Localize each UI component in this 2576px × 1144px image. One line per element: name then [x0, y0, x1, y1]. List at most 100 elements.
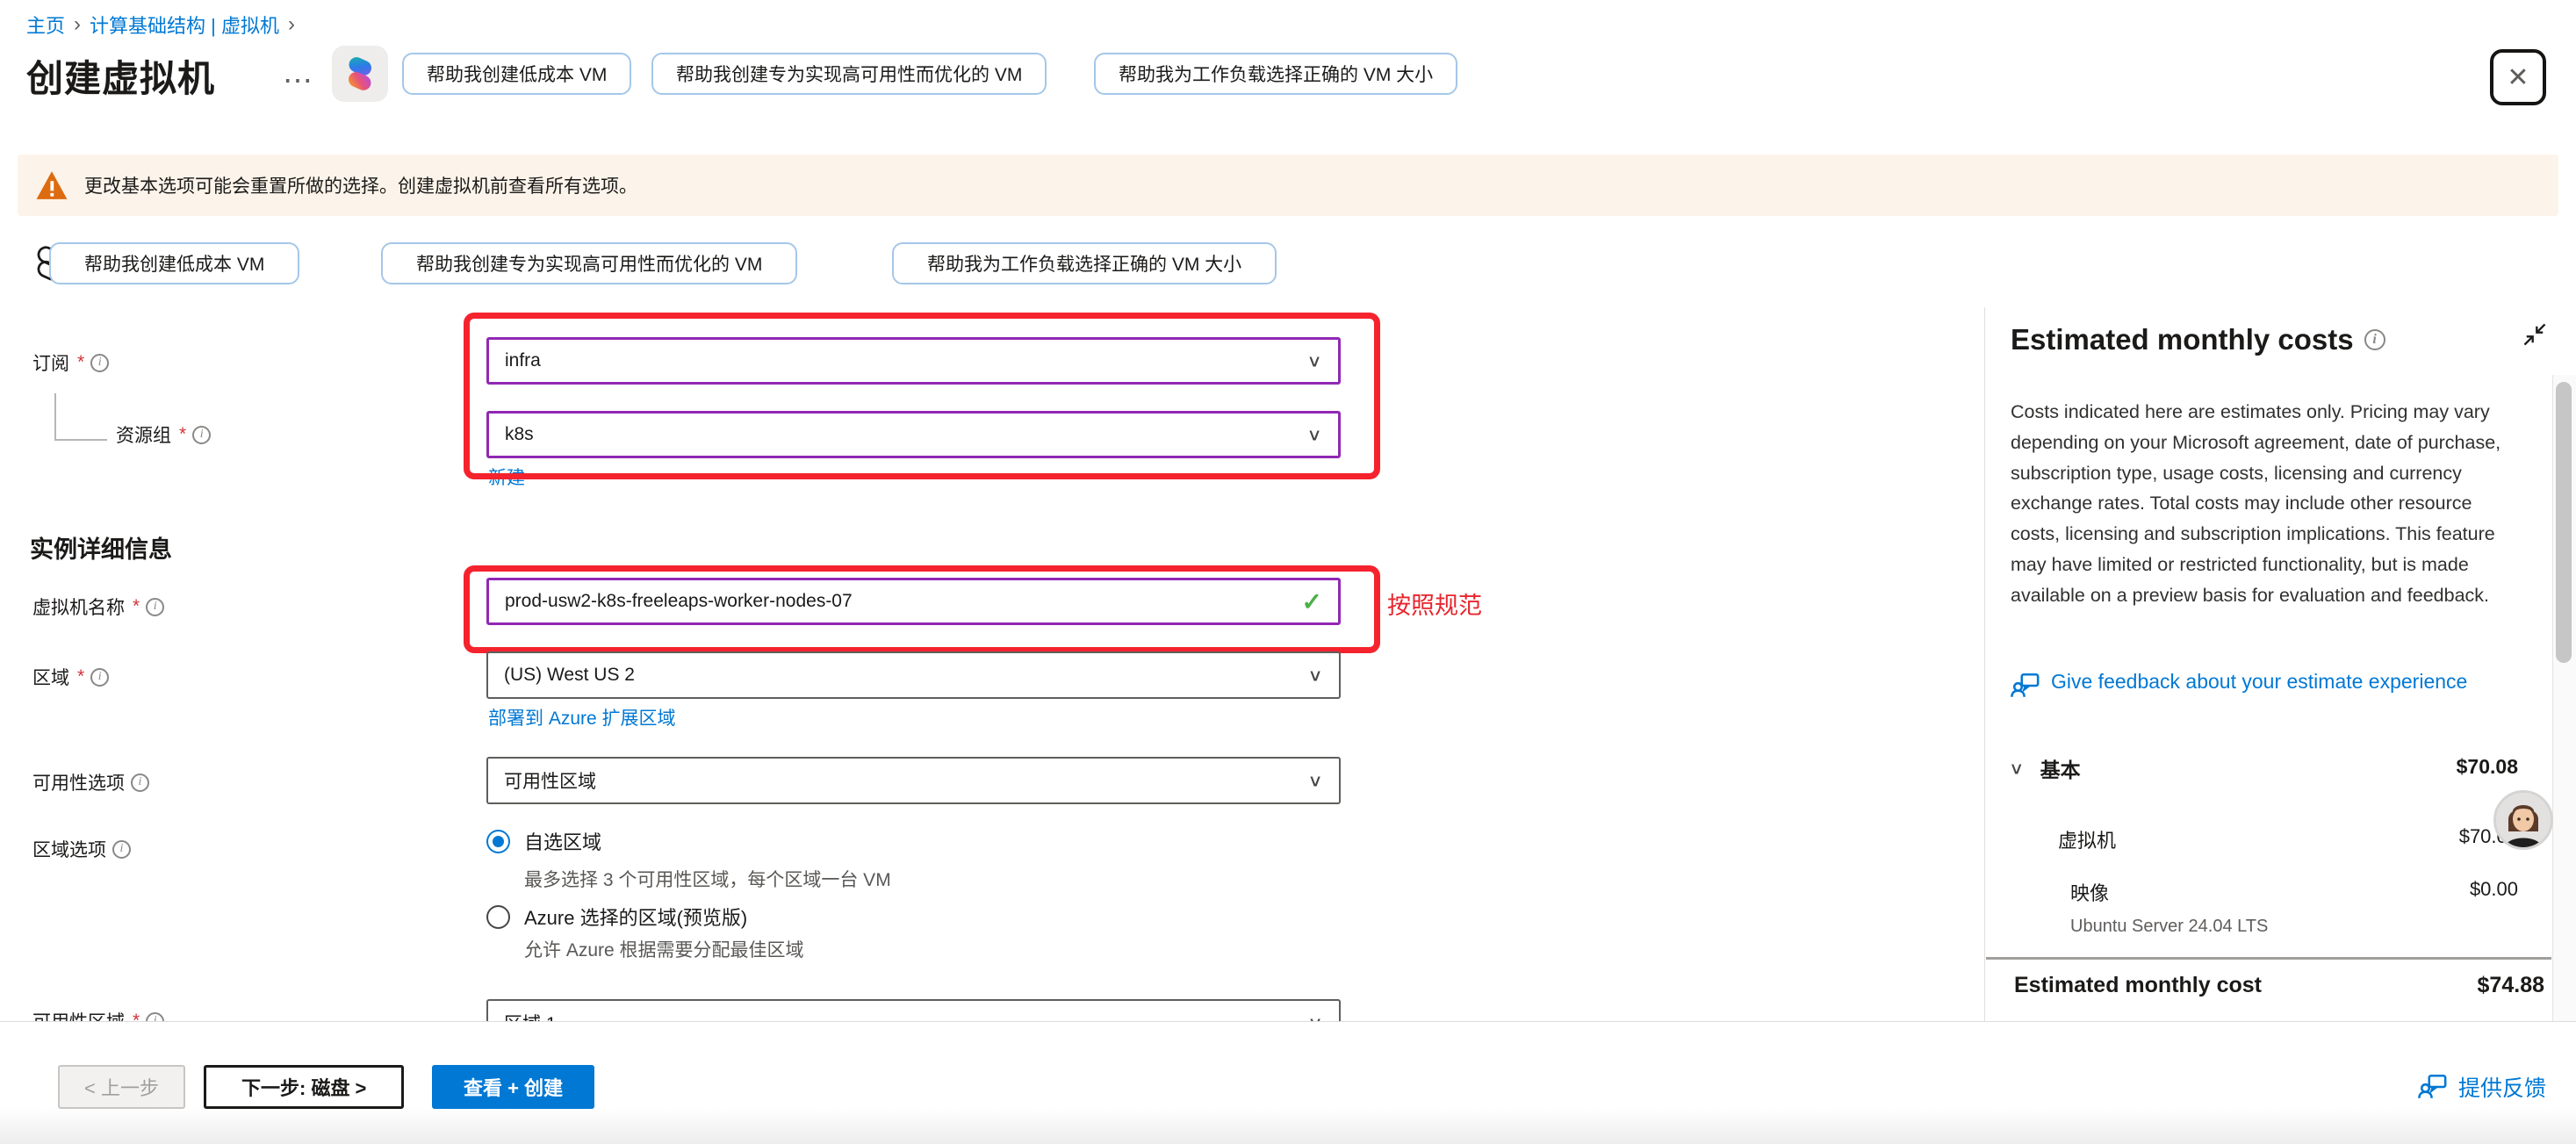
button-label: 查看 + 创建: [464, 1073, 563, 1101]
avatar[interactable]: [2493, 790, 2553, 850]
zone-options-label: 区域选项 i: [32, 836, 131, 862]
availability-options-label: 可用性选项i: [32, 769, 149, 795]
main-content: 主页 › 计算基础结构 | 虚拟机 › 创建虚拟机 ⋯ 帮助我创建低成本 VM …: [0, 0, 2576, 1021]
suggest-vm-size-button[interactable]: 帮助我为工作负载选择正确的 VM 大小: [892, 242, 1277, 284]
info-icon[interactable]: i: [112, 840, 131, 859]
estimate-feedback-link[interactable]: Give feedback about your estimate experi…: [2011, 667, 2502, 701]
create-new-link[interactable]: 新建: [488, 464, 525, 490]
annotation-text: 按照规范: [1387, 586, 1482, 621]
subscription-dropdown[interactable]: infra ∨: [486, 337, 1341, 385]
availability-value: 可用性区域: [504, 767, 596, 794]
cost-item-row: 虚拟机: [2058, 825, 2116, 853]
vm-name-input[interactable]: prod-usw2-k8s-freeleaps-worker-nodes-07 …: [486, 578, 1341, 625]
availability-options-dropdown[interactable]: 可用性区域 ∨: [486, 757, 1341, 804]
button-label: 帮助我创建专为实现高可用性而优化的 VM: [416, 250, 762, 277]
radio-unselected-icon: [486, 905, 510, 929]
link-text: 提供反馈: [2458, 1071, 2546, 1103]
vm-name-value: prod-usw2-k8s-freeleaps-worker-nodes-07: [505, 591, 853, 612]
info-icon[interactable]: i: [146, 598, 164, 616]
label-text: 虚拟机名称: [32, 594, 125, 620]
total-label: Estimated monthly cost: [2014, 973, 2262, 998]
resource-group-value: k8s: [505, 424, 534, 445]
previous-button[interactable]: < 上一步: [58, 1065, 185, 1109]
feedback-icon: [2418, 1072, 2448, 1102]
breadcrumb-section[interactable]: 计算基础结构 | 虚拟机: [90, 11, 279, 39]
label-text: 区域: [32, 664, 69, 690]
warning-icon: [35, 169, 68, 201]
azure-extended-zone-link[interactable]: 部署到 Azure 扩展区域: [488, 704, 676, 730]
chevron-down-icon: ∨: [2009, 758, 2025, 778]
cost-item-sublabel: Ubuntu Server 24.04 LTS: [2070, 917, 2268, 937]
panel-divider: [1984, 307, 1985, 1021]
breadcrumb-home[interactable]: 主页: [26, 11, 65, 39]
assist-low-cost-vm-button[interactable]: 帮助我创建低成本 VM: [402, 53, 631, 95]
info-icon[interactable]: i: [146, 1012, 164, 1022]
zone-option-description: 最多选择 3 个可用性区域，每个区域一台 VM: [524, 866, 891, 892]
info-icon[interactable]: i: [90, 668, 109, 687]
collapse-icon: [2522, 321, 2548, 348]
breadcrumb: 主页 › 计算基础结构 | 虚拟机 ›: [26, 11, 295, 39]
assist-high-availability-button[interactable]: 帮助我创建专为实现高可用性而优化的 VM: [651, 53, 1047, 95]
valid-check-icon: ✓: [1302, 587, 1322, 616]
cost-item-amount: $0.00: [2369, 878, 2518, 901]
chevron-down-icon: ∨: [1307, 1012, 1323, 1021]
copilot-button[interactable]: [332, 46, 388, 102]
radio-selected-icon: [486, 830, 510, 853]
footer: < 上一步 下一步: 磁盘 > 查看 + 创建 提供反馈: [0, 1021, 2576, 1144]
button-label: < 上一步: [84, 1073, 159, 1101]
assist-vm-size-button[interactable]: 帮助我为工作负载选择正确的 VM 大小: [1094, 53, 1457, 95]
zone-option-azure-select[interactable]: Azure 选择的区域(预览版): [486, 903, 747, 931]
button-label: 帮助我为工作负载选择正确的 VM 大小: [1119, 61, 1433, 87]
cost-group-label: 基本: [2040, 753, 2081, 783]
availability-zones-label: 可用性区域i: [32, 1008, 164, 1021]
close-button[interactable]: ✕: [2490, 49, 2546, 105]
warning-banner: 更改基本选项可能会重置所做的选择。创建虚拟机前查看所有选项。: [18, 155, 2558, 216]
zone-option-self-select[interactable]: 自选区域: [486, 827, 601, 855]
cost-group-amount: $70.08: [2369, 755, 2518, 779]
info-icon[interactable]: i: [2364, 329, 2385, 350]
next-disks-button[interactable]: 下一步: 磁盘 >: [204, 1065, 404, 1109]
radio-label: Azure 选择的区域(预览版): [524, 903, 747, 931]
review-create-button[interactable]: 查看 + 创建: [432, 1065, 594, 1109]
cost-item-label: 映像: [2070, 878, 2109, 906]
chevron-down-icon: ∨: [1307, 770, 1323, 790]
label-text: 资源组: [116, 421, 171, 448]
subscription-label: 订阅 i: [32, 349, 109, 376]
cost-panel-description: Costs indicated here are estimates only.…: [2011, 397, 2513, 611]
chevron-right-icon: ›: [74, 12, 81, 37]
cost-group-row[interactable]: ∨ 基本: [2009, 753, 2081, 783]
region-label: 区域 i: [32, 664, 109, 690]
subscription-value: infra: [505, 350, 541, 371]
label-text: 区域选项: [32, 836, 106, 862]
availability-zones-dropdown[interactable]: 区域 1 ∨: [486, 999, 1341, 1021]
suggest-low-cost-vm-button[interactable]: 帮助我创建低成本 VM: [49, 242, 299, 284]
chevron-right-icon: ›: [288, 12, 295, 37]
collapse-panel-button[interactable]: [2522, 321, 2548, 352]
zone-option-description: 允许 Azure 根据需要分配最佳区域: [524, 936, 804, 962]
info-icon[interactable]: i: [90, 354, 109, 372]
resource-group-dropdown[interactable]: k8s ∨: [486, 411, 1341, 458]
region-dropdown[interactable]: (US) West US 2 ∨: [486, 651, 1341, 699]
scrollbar-thumb[interactable]: [2556, 382, 2572, 663]
resource-group-label: 资源组 i: [116, 421, 211, 448]
info-icon[interactable]: i: [192, 426, 211, 444]
radio-label: 自选区域: [524, 827, 601, 855]
total-divider: [1986, 957, 2551, 960]
button-label: 帮助我创建低成本 VM: [427, 61, 607, 87]
chevron-down-icon: ∨: [1307, 665, 1323, 685]
copilot-icon: [342, 55, 378, 92]
suggest-high-availability-button[interactable]: 帮助我创建专为实现高可用性而优化的 VM: [381, 242, 797, 284]
label-text: 订阅: [32, 349, 69, 376]
total-amount: $74.88: [2395, 973, 2544, 998]
feedback-link[interactable]: 提供反馈: [2418, 1065, 2546, 1109]
more-options-button[interactable]: ⋯: [283, 63, 315, 98]
cost-item-row: 映像: [2070, 878, 2109, 906]
button-label: 帮助我为工作负载选择正确的 VM 大小: [927, 250, 1241, 277]
label-connector: [54, 393, 107, 441]
button-label: 帮助我创建低成本 VM: [84, 250, 264, 277]
instance-details-header: 实例详细信息: [30, 530, 172, 565]
chevron-down-icon: ∨: [1306, 424, 1322, 444]
info-icon[interactable]: i: [131, 773, 149, 792]
cost-panel-title: Estimated monthly costs i: [2011, 323, 2385, 356]
region-value: (US) West US 2: [504, 665, 635, 686]
